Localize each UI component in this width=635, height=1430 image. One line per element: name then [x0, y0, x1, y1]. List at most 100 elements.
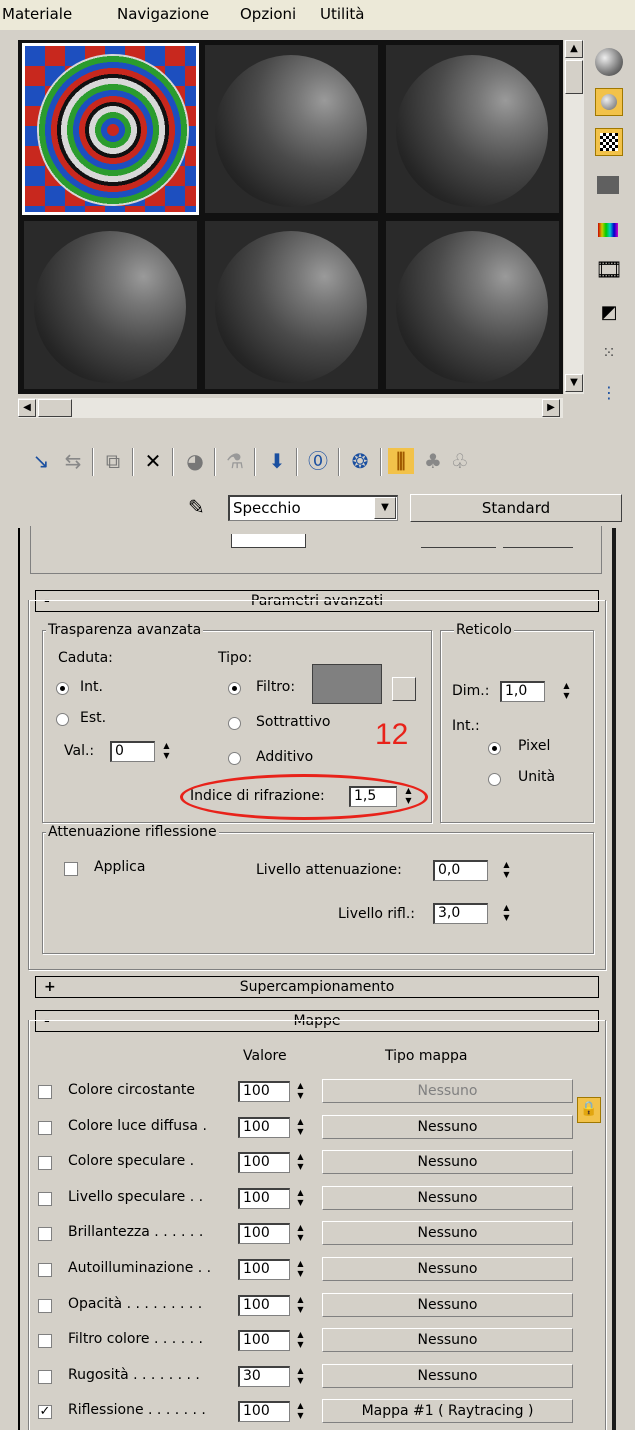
map-amount-spinner[interactable]: ▲ ▼ [294, 1152, 307, 1173]
map-amount-field[interactable]: 100 [238, 1116, 290, 1138]
filter-map-button[interactable] [392, 677, 416, 701]
map-slot-button[interactable]: Nessuno [322, 1150, 573, 1175]
scroll-down-button[interactable]: ▼ [565, 374, 583, 392]
falloff-in-radio[interactable] [56, 682, 69, 695]
unique-icon[interactable]: ⚗ [222, 448, 248, 474]
map-slot-button[interactable]: Nessuno [322, 1079, 573, 1103]
sample-slot-3[interactable] [384, 43, 561, 215]
scroll-right-button[interactable]: ▶ [542, 399, 560, 417]
filter-color-swatch[interactable] [312, 664, 382, 704]
go-forward-icon[interactable]: ♧ [450, 448, 470, 474]
map-enable-checkbox[interactable] [38, 1191, 52, 1206]
wire-size-field[interactable]: 1,0 [500, 681, 545, 702]
map-amount-spinner[interactable]: ▲ ▼ [294, 1401, 307, 1422]
material-name-dropdown[interactable]: ▼ [374, 497, 396, 519]
slots-hscrollbar[interactable]: ◀ ▶ [18, 398, 563, 418]
map-slot-button[interactable]: Nessuno [322, 1363, 573, 1388]
menu-navigazione[interactable]: Navigazione [117, 5, 209, 23]
type-filter-radio[interactable] [228, 682, 241, 695]
map-slot-button[interactable]: Mappa #1 ( Raytracing ) [322, 1399, 573, 1424]
type-additive-radio[interactable] [228, 752, 241, 765]
map-amount-spinner[interactable]: ▲ ▼ [294, 1259, 307, 1280]
map-slot-button[interactable]: Nessuno [322, 1328, 573, 1353]
copy-material-icon[interactable]: ◕ [182, 448, 208, 474]
sample-type-icon[interactable] [595, 48, 623, 76]
map-enable-checkbox[interactable] [38, 1227, 52, 1242]
map-amount-field[interactable]: 100 [238, 1187, 290, 1209]
put-library-icon[interactable]: ⬇ [264, 448, 290, 474]
map-amount-field[interactable]: 100 [238, 1401, 290, 1423]
scroll-thumb[interactable] [565, 60, 583, 94]
hscroll-thumb[interactable] [38, 399, 72, 417]
menu-opzioni[interactable]: Opzioni [240, 5, 296, 23]
map-amount-spinner[interactable]: ▲ ▼ [294, 1117, 307, 1138]
get-material-icon[interactable]: ↘ [28, 448, 54, 474]
material-navigator-icon[interactable]: ⋮ [595, 380, 623, 408]
map-enable-checkbox[interactable] [38, 1369, 52, 1384]
options-icon[interactable]: ◩ [595, 300, 623, 328]
map-amount-spinner[interactable]: ▲ ▼ [294, 1330, 307, 1351]
map-slot-button[interactable]: Nessuno [322, 1114, 573, 1139]
wire-units-radio[interactable] [488, 773, 501, 786]
sample-slot-4[interactable] [22, 219, 199, 391]
map-amount-spinner[interactable]: ▲ ▼ [294, 1295, 307, 1316]
map-amount-spinner[interactable]: ▲ ▼ [294, 1366, 307, 1387]
amount-field[interactable]: 0 [110, 741, 155, 762]
backlight-icon[interactable] [595, 88, 623, 116]
map-enable-checkbox[interactable] [38, 1263, 52, 1277]
map-amount-spinner[interactable]: ▲ ▼ [294, 1188, 307, 1209]
background-icon[interactable] [595, 128, 623, 156]
make-preview-icon[interactable]: 🎞 [595, 258, 623, 286]
map-amount-spinner[interactable]: ▲ ▼ [294, 1081, 307, 1102]
sample-slot-6[interactable] [384, 219, 561, 391]
dim-level-spinner[interactable]: ▲ ▼ [500, 860, 513, 881]
wire-pixel-radio[interactable] [488, 742, 501, 755]
rollout-supersampling[interactable]: + Supercampionamento [35, 976, 599, 998]
map-amount-field[interactable]: 100 [238, 1223, 290, 1245]
sample-slot-2[interactable] [203, 43, 380, 215]
map-amount-field[interactable]: 100 [238, 1152, 290, 1174]
map-enable-checkbox[interactable] [38, 1298, 52, 1313]
put-to-scene-icon[interactable]: ⇆ [60, 448, 86, 474]
material-effects-icon[interactable]: ⓪ [305, 448, 331, 474]
menu-materiale[interactable]: Materiale [2, 5, 72, 23]
menu-utilita[interactable]: Utilità [320, 5, 364, 23]
assign-material-icon[interactable]: ⧉ [100, 448, 126, 474]
material-name-field[interactable]: Specchio [228, 495, 398, 521]
sample-slot-5[interactable] [203, 219, 380, 391]
map-enable-checkbox[interactable] [38, 1120, 52, 1135]
scroll-up-button[interactable]: ▲ [565, 40, 583, 58]
dim-level-field[interactable]: 0,0 [433, 860, 488, 881]
lock-icon[interactable]: 🔒 [577, 1097, 601, 1123]
slots-vscrollbar[interactable]: ▲ ▼ [564, 40, 584, 394]
map-slot-button[interactable]: Nessuno [322, 1292, 573, 1317]
map-enable-checkbox[interactable] [38, 1156, 52, 1171]
show-end-result-icon[interactable]: ⫼ [388, 448, 414, 474]
wire-size-spinner[interactable]: ▲ ▼ [560, 681, 573, 702]
material-type-button[interactable]: Standard [410, 494, 622, 522]
apply-checkbox[interactable] [64, 862, 78, 876]
refl-level-field[interactable]: 3,0 [433, 903, 488, 924]
map-amount-field[interactable]: 100 [238, 1081, 290, 1102]
select-by-material-icon[interactable]: ⁙ [595, 340, 623, 368]
sample-uv-tiling-icon[interactable] [595, 172, 623, 200]
sample-slot-1[interactable] [22, 43, 199, 215]
map-enable-checkbox[interactable] [38, 1334, 52, 1349]
type-subtractive-radio[interactable] [228, 717, 241, 730]
refl-level-spinner[interactable]: ▲ ▼ [500, 903, 513, 924]
map-enable-checkbox[interactable] [38, 1085, 52, 1099]
map-amount-field[interactable]: 100 [238, 1294, 290, 1316]
map-amount-field[interactable]: 100 [238, 1259, 290, 1280]
reset-icon[interactable]: ✕ [140, 448, 166, 474]
amount-spinner[interactable]: ▲ ▼ [160, 741, 173, 762]
eyedropper-icon[interactable]: ✎ [188, 494, 205, 520]
video-color-check-icon[interactable] [595, 218, 623, 246]
map-enable-checkbox[interactable]: ✓ [38, 1405, 52, 1420]
go-to-parent-icon[interactable]: ♣ [420, 448, 446, 474]
map-slot-button[interactable]: Nessuno [322, 1185, 573, 1210]
panel-scrollbar[interactable] [612, 528, 616, 1430]
map-amount-field[interactable]: 100 [238, 1330, 290, 1352]
map-slot-button[interactable]: Nessuno [322, 1257, 573, 1281]
map-amount-spinner[interactable]: ▲ ▼ [294, 1223, 307, 1244]
falloff-out-radio[interactable] [56, 713, 69, 726]
